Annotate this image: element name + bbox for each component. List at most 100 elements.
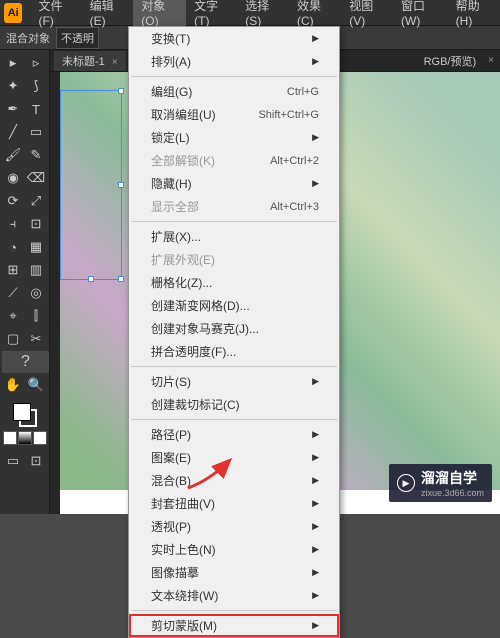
menu-item-label: 扩展(X)... xyxy=(151,228,201,245)
submenu-arrow-icon: ▶ xyxy=(312,376,319,387)
gradient-tool[interactable]: ▥ xyxy=(25,259,47,281)
color-mode-label: RGB/预览) xyxy=(424,53,477,69)
selection-tool[interactable]: ▸ xyxy=(2,52,24,74)
watermark: ▶ 溜溜自学 zixue.3d66.com xyxy=(389,464,492,502)
watermark-url: zixue.3d66.com xyxy=(421,488,484,498)
width-tool[interactable]: ⫞ xyxy=(2,213,24,235)
menu-separator xyxy=(131,366,337,367)
submenu-arrow-icon: ▶ xyxy=(312,521,319,532)
submenu-arrow-icon: ▶ xyxy=(312,475,319,486)
shortcut-label: Alt+Ctrl+2 xyxy=(270,155,319,167)
menu-separator xyxy=(131,610,337,611)
menu-7[interactable]: 窗口(W) xyxy=(393,0,448,32)
submenu-arrow-icon: ▶ xyxy=(312,56,319,67)
rect-tool[interactable]: ▭ xyxy=(25,121,47,143)
submenu-arrow-icon: ▶ xyxy=(312,544,319,555)
menu-item[interactable]: 隐藏(H)▶ xyxy=(129,172,339,195)
change-screen-icon[interactable]: ⊡ xyxy=(25,450,47,472)
menu-item[interactable]: 实时上色(N) ▶ xyxy=(129,538,339,561)
mesh-tool[interactable]: ⊞ xyxy=(2,259,24,281)
menu-item-label: 锁定(L) xyxy=(151,129,190,146)
symbol-tool[interactable]: ⌖ xyxy=(2,305,24,327)
submenu-arrow-icon: ▶ xyxy=(312,132,319,143)
menu-item[interactable]: 图案(E) ▶ xyxy=(129,446,339,469)
menu-item[interactable]: 编组(G)Ctrl+G xyxy=(129,80,339,103)
color-mode-icon[interactable] xyxy=(3,431,17,445)
menu-item[interactable]: 栅格化(Z)... xyxy=(129,271,339,294)
brush-tool[interactable]: 🖌 xyxy=(2,144,24,166)
menu-item[interactable]: 锁定(L) ▶ xyxy=(129,126,339,149)
submenu-arrow-icon: ▶ xyxy=(312,590,319,601)
rotate-tool[interactable]: ⟳ xyxy=(2,190,24,212)
fill-swatch[interactable] xyxy=(13,403,31,421)
menu-item[interactable]: 路径(P) ▶ xyxy=(129,423,339,446)
mode-close-icon[interactable]: × xyxy=(488,55,494,66)
menu-item-label: 创建裁切标记(C) xyxy=(151,396,240,413)
menu-item-label: 隐藏(H) xyxy=(151,175,192,192)
type-tool[interactable]: T xyxy=(25,98,47,120)
eyedropper-tool[interactable]: ⟋ xyxy=(2,282,24,304)
app-logo: Ai xyxy=(4,3,22,23)
selection-rectangle[interactable] xyxy=(60,90,122,280)
blend-tool[interactable]: ◎ xyxy=(25,282,47,304)
menu-item-label: 实时上色(N) xyxy=(151,541,216,558)
lasso-tool[interactable]: ⟆ xyxy=(25,75,47,97)
screen-mode-icon[interactable]: ▭ xyxy=(2,450,24,472)
menu-item-label: 排列(A) xyxy=(151,53,191,70)
none-mode-icon[interactable] xyxy=(33,431,47,445)
artboard-tool[interactable]: ▢ xyxy=(2,328,24,350)
tab-close-icon[interactable]: × xyxy=(112,57,118,68)
help-tool[interactable]: ? xyxy=(2,351,49,373)
zoom-tool[interactable]: 🔍 xyxy=(25,374,47,396)
menu-item-label: 扩展外观(E) xyxy=(151,251,215,268)
graph-tool[interactable]: ⫿ xyxy=(25,305,47,327)
menu-item[interactable]: 排列(A) ▶ xyxy=(129,50,339,73)
menu-item[interactable]: 图像描摹▶ xyxy=(129,561,339,584)
menu-item[interactable]: 剪切蒙版(M)▶ xyxy=(129,614,339,637)
swatch-area[interactable] xyxy=(2,403,47,445)
slice-tool[interactable]: ✂ xyxy=(25,328,47,350)
control-object-label: 混合对象 xyxy=(6,30,50,46)
menu-item[interactable]: 变换(T)▶ xyxy=(129,27,339,50)
menu-item[interactable]: 创建裁切标记(C) xyxy=(129,393,339,416)
wand-tool[interactable]: ✦ xyxy=(2,75,24,97)
perspective-tool[interactable]: ▦ xyxy=(25,236,47,258)
scale-tool[interactable]: ⤢ xyxy=(25,190,47,212)
pen-tool[interactable]: ✒ xyxy=(2,98,24,120)
menu-item: 扩展外观(E) xyxy=(129,248,339,271)
menu-item[interactable]: 取消编组(U) Shift+Ctrl+G xyxy=(129,103,339,126)
submenu-arrow-icon: ▶ xyxy=(312,452,319,463)
menu-item-label: 拼合透明度(F)... xyxy=(151,343,236,360)
opacity-select[interactable]: 不透明 xyxy=(56,27,99,49)
menu-item[interactable]: 混合(B)▶ xyxy=(129,469,339,492)
menu-item[interactable]: 封套扭曲(V) ▶ xyxy=(129,492,339,515)
submenu-arrow-icon: ▶ xyxy=(312,429,319,440)
line-tool[interactable]: ╱ xyxy=(2,121,24,143)
blob-tool[interactable]: ◉ xyxy=(2,167,24,189)
menu-item[interactable]: 创建渐变网格(D)... xyxy=(129,294,339,317)
menu-item[interactable]: 文本绕排(W)▶ xyxy=(129,584,339,607)
free-transform-tool[interactable]: ⊡ xyxy=(25,213,47,235)
shortcut-label: Shift+Ctrl+G xyxy=(258,109,319,121)
eraser-tool[interactable]: ⌫ xyxy=(25,167,47,189)
direct-selection-tool[interactable]: ▹ xyxy=(25,52,47,74)
watermark-text: 溜溜自学 xyxy=(421,468,484,488)
gradient-mode-icon[interactable] xyxy=(18,431,32,445)
menu-8[interactable]: 帮助(H) xyxy=(448,0,500,32)
menu-item[interactable]: 拼合透明度(F)... xyxy=(129,340,339,363)
menu-item[interactable]: 切片(S)▶ xyxy=(129,370,339,393)
submenu-arrow-icon: ▶ xyxy=(312,498,319,509)
document-tab[interactable]: 未标题-1 × xyxy=(54,51,126,71)
shape-builder-tool[interactable]: ◔ xyxy=(2,236,24,258)
pencil-tool[interactable]: ✎ xyxy=(25,144,47,166)
hand-tool[interactable]: ✋ xyxy=(2,374,24,396)
menu-item[interactable]: 透视(P)▶ xyxy=(129,515,339,538)
menu-item-label: 图案(E) xyxy=(151,449,191,466)
menu-item-label: 取消编组(U) xyxy=(151,106,216,123)
menu-6[interactable]: 视图(V) xyxy=(341,0,393,32)
menu-item-label: 路径(P) xyxy=(151,426,191,443)
menu-item[interactable]: 创建对象马赛克(J)... xyxy=(129,317,339,340)
menu-item-label: 封套扭曲(V) xyxy=(151,495,215,512)
submenu-arrow-icon: ▶ xyxy=(312,33,319,44)
menu-item[interactable]: 扩展(X)... xyxy=(129,225,339,248)
